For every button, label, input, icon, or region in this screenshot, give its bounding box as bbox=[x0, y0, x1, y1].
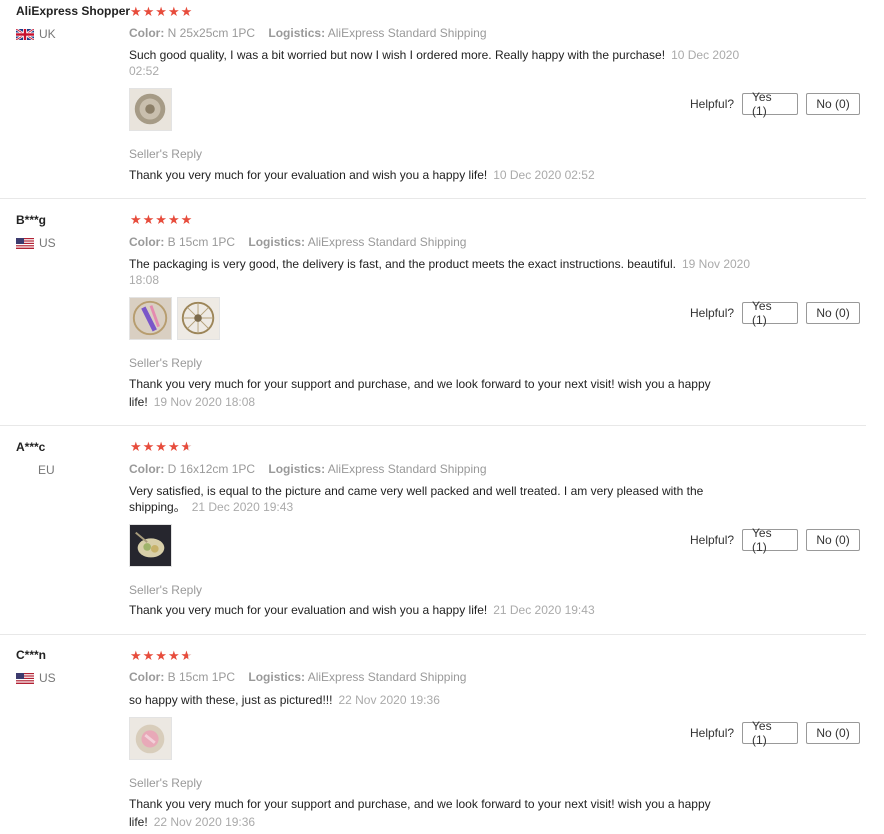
review-photo[interactable] bbox=[177, 297, 220, 340]
country-code: US bbox=[39, 236, 56, 250]
color-label: Color: bbox=[129, 670, 165, 684]
seller-reply-date: 10 Dec 2020 02:52 bbox=[493, 168, 595, 182]
helpful-label: Helpful? bbox=[690, 726, 735, 740]
helpful-vote: Helpful? Yes (1) No (0) bbox=[690, 299, 868, 327]
helpful-label: Helpful? bbox=[690, 97, 735, 111]
country-code: US bbox=[39, 671, 56, 685]
logistics-label: Logistics: bbox=[268, 26, 326, 40]
seller-reply-title: Seller's Reply bbox=[129, 147, 202, 161]
logistics-label: Logistics: bbox=[268, 462, 326, 476]
rating-stars: ★★★★★ ★ bbox=[130, 439, 194, 454]
yes-vote-button[interactable]: Yes (1) bbox=[742, 719, 799, 747]
review-text: so happy with these, just as pictured!!!… bbox=[129, 692, 769, 708]
review-item: B***g ★★★★★ US Color: B 15cm 1PC Logisti… bbox=[0, 199, 866, 426]
seller-reply-title: Seller's Reply bbox=[129, 583, 202, 597]
review-photo[interactable] bbox=[129, 88, 172, 131]
logistics-label: Logistics: bbox=[248, 670, 306, 684]
seller-reply-date: 19 Nov 2020 18:08 bbox=[153, 395, 256, 409]
seller-reply: Thank you very much for your evaluation … bbox=[129, 166, 729, 184]
review-item: AliExpress Shopper ★★★★★ UK Color: N 25x… bbox=[0, 0, 866, 199]
yes-vote-button[interactable]: Yes (1) bbox=[742, 299, 799, 327]
seller-reply-body: Thank you very much for your evaluation … bbox=[129, 603, 488, 617]
review-date: 21 Dec 2020 19:43 bbox=[191, 500, 294, 514]
half-star-icon: ★ ★ bbox=[180, 648, 194, 663]
no-vote-button[interactable]: No (0) bbox=[806, 722, 861, 744]
uk-flag-icon bbox=[16, 28, 34, 40]
yes-vote-button[interactable]: Yes (1) bbox=[742, 90, 799, 118]
rating-stars: ★★★★★ bbox=[130, 4, 194, 19]
review-text: Very satisfied, is equal to the picture … bbox=[129, 483, 739, 515]
reviewer-country: US bbox=[16, 671, 56, 685]
review-photos bbox=[129, 717, 172, 760]
reviewer-country: UK bbox=[16, 27, 56, 41]
review-date: 22 Nov 2020 19:36 bbox=[338, 693, 440, 707]
reviewer-country: US bbox=[16, 236, 56, 250]
review-body: so happy with these, just as pictured!!! bbox=[129, 693, 333, 707]
rating-stars: ★★★★★ ★ bbox=[130, 648, 194, 663]
color-value: B 15cm 1PC bbox=[167, 670, 236, 684]
review-body: The packaging is very good, the delivery… bbox=[129, 257, 676, 271]
seller-reply-title: Seller's Reply bbox=[129, 776, 202, 790]
review-meta: Color: D 16x12cm 1PC Logistics: AliExpre… bbox=[129, 462, 487, 476]
seller-reply-body: Thank you very much for your evaluation … bbox=[129, 168, 488, 182]
reviewer-name: B***g bbox=[16, 213, 47, 227]
logistics-label: Logistics: bbox=[248, 235, 306, 249]
color-value: N 25x25cm 1PC bbox=[167, 26, 256, 40]
color-label: Color: bbox=[129, 462, 165, 476]
logistics-value: AliExpress Standard Shipping bbox=[327, 26, 487, 40]
review-photo[interactable] bbox=[129, 297, 172, 340]
no-vote-button[interactable]: No (0) bbox=[806, 93, 861, 115]
helpful-vote: Helpful? Yes (1) No (0) bbox=[690, 526, 868, 554]
yes-vote-button[interactable]: Yes (1) bbox=[742, 526, 799, 554]
review-photos bbox=[129, 524, 172, 567]
logistics-value: AliExpress Standard Shipping bbox=[327, 462, 487, 476]
color-label: Color: bbox=[129, 235, 165, 249]
color-label: Color: bbox=[129, 26, 165, 40]
helpful-vote: Helpful? Yes (1) No (0) bbox=[690, 719, 868, 747]
seller-reply: Thank you very much for your evaluation … bbox=[129, 601, 729, 619]
reviewer-name: A***c bbox=[16, 440, 46, 454]
helpful-label: Helpful? bbox=[690, 306, 735, 320]
review-body: Such good quality, I was a bit worried b… bbox=[129, 48, 666, 62]
seller-reply-title: Seller's Reply bbox=[129, 356, 202, 370]
country-code: EU bbox=[38, 463, 55, 477]
us-flag-icon bbox=[16, 672, 34, 684]
reviewer-name: AliExpress Shopper bbox=[16, 4, 131, 18]
logistics-value: AliExpress Standard Shipping bbox=[307, 670, 467, 684]
us-flag-icon bbox=[16, 237, 34, 249]
review-meta: Color: N 25x25cm 1PC Logistics: AliExpre… bbox=[129, 26, 487, 40]
review-text: The packaging is very good, the delivery… bbox=[129, 256, 754, 288]
no-vote-button[interactable]: No (0) bbox=[806, 529, 861, 551]
review-meta: Color: B 15cm 1PC Logistics: AliExpress … bbox=[129, 235, 466, 249]
no-vote-button[interactable]: No (0) bbox=[806, 302, 861, 324]
seller-reply: Thank you very much for your support and… bbox=[129, 375, 719, 411]
seller-reply-date: 22 Nov 2020 19:36 bbox=[153, 815, 256, 829]
review-photos bbox=[129, 297, 220, 340]
review-meta: Color: B 15cm 1PC Logistics: AliExpress … bbox=[129, 670, 466, 684]
reviewer-country: EU bbox=[38, 463, 55, 477]
review-photo[interactable] bbox=[129, 524, 172, 567]
half-star-icon: ★ ★ bbox=[180, 439, 194, 454]
review-item: C***n ★★★★★ ★ US Color: B 15cm 1PC Logist… bbox=[0, 635, 866, 834]
reviewer-name: C***n bbox=[16, 648, 47, 662]
helpful-label: Helpful? bbox=[690, 533, 735, 547]
rating-stars: ★★★★★ bbox=[130, 212, 194, 227]
country-code: UK bbox=[39, 27, 56, 41]
logistics-value: AliExpress Standard Shipping bbox=[307, 235, 467, 249]
color-value: B 15cm 1PC bbox=[167, 235, 236, 249]
review-item: A***c ★★★★★ ★ EU Color: D 16x12cm 1PC Log… bbox=[0, 426, 866, 635]
seller-reply-date: 21 Dec 2020 19:43 bbox=[493, 603, 595, 617]
color-value: D 16x12cm 1PC bbox=[167, 462, 256, 476]
helpful-vote: Helpful? Yes (1) No (0) bbox=[690, 90, 868, 118]
review-photos bbox=[129, 88, 172, 131]
seller-reply: Thank you very much for your support and… bbox=[129, 795, 719, 831]
review-photo[interactable] bbox=[129, 717, 172, 760]
review-text: Such good quality, I was a bit worried b… bbox=[129, 47, 769, 79]
